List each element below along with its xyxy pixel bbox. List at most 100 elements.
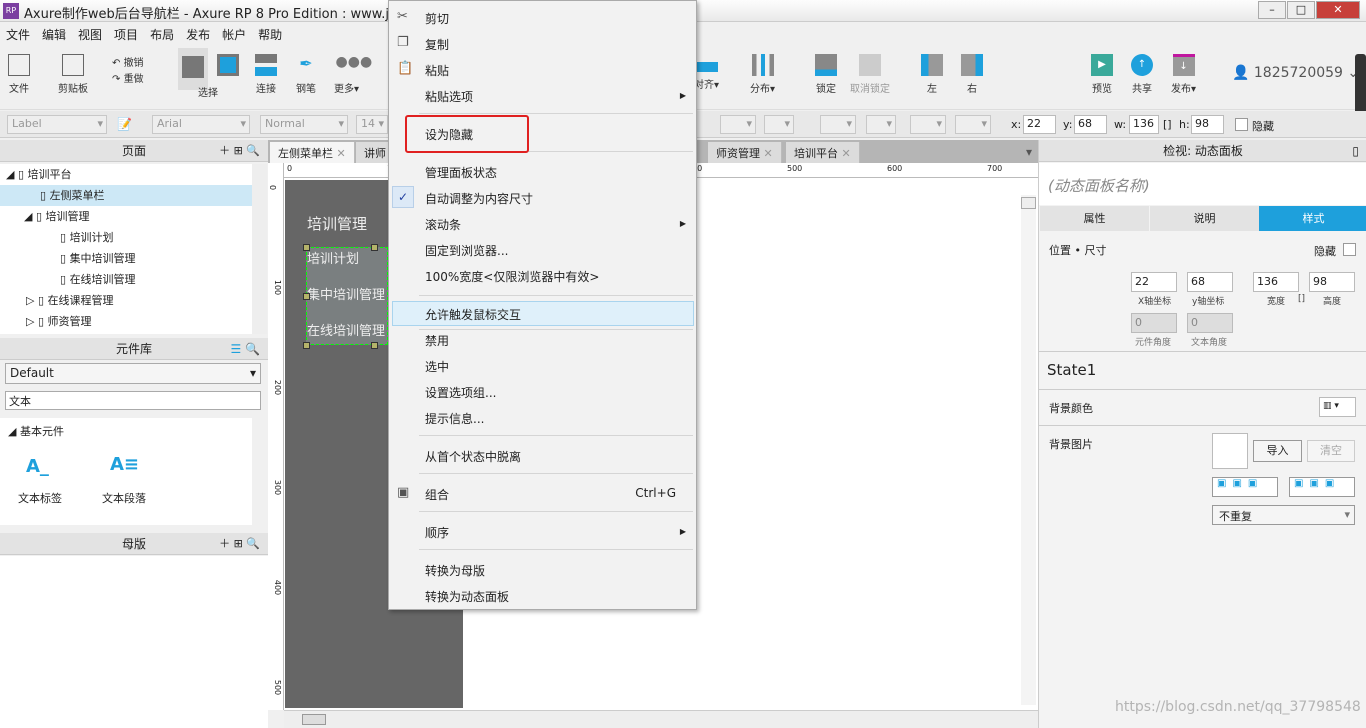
y-coordinate-input[interactable]: 68: [1187, 272, 1233, 292]
align-right-button[interactable]: 右: [961, 54, 983, 95]
lock-ratio-icon[interactable]: []: [1298, 294, 1305, 304]
context-menu-item[interactable]: 组合: [425, 486, 449, 503]
context-menu-item[interactable]: 设为隐藏: [425, 126, 473, 143]
tab-style[interactable]: 样式: [1259, 206, 1366, 231]
page-item[interactable]: ▷ ▯ 师资管理: [0, 311, 252, 332]
pages-scrollbar[interactable]: [252, 164, 267, 334]
format-painter-icon[interactable]: 📝: [117, 117, 132, 131]
hidden-checkbox[interactable]: [1235, 118, 1248, 131]
resize-handle[interactable]: [303, 244, 310, 251]
notes-icon[interactable]: ▯: [1352, 140, 1359, 162]
page-item[interactable]: ◢ ▯ 培训管理: [0, 206, 252, 227]
pen-button[interactable]: ✒ 钢笔: [295, 54, 317, 95]
context-menu-item[interactable]: 转换为母版: [425, 562, 485, 579]
page-item[interactable]: ◢ ▯ 培训平台: [0, 164, 252, 185]
context-menu-item[interactable]: 复制: [425, 36, 449, 53]
unlock-button[interactable]: 取消锁定: [850, 54, 890, 95]
pages-tools-icon[interactable]: ＋ ⊞ 🔍: [219, 140, 260, 162]
align-left-button[interactable]: 左: [921, 54, 943, 95]
dynamic-panel-selected[interactable]: 培训计划 集中培训管理 在线培训管理: [306, 247, 388, 345]
connect-button[interactable]: 连接: [255, 54, 277, 95]
arrow-style-select[interactable]: [955, 115, 991, 134]
context-menu-item[interactable]: 管理面板状态: [425, 164, 497, 181]
bg-color-picker[interactable]: ▥ ▾: [1319, 397, 1356, 417]
share-button[interactable]: ↑ 共享: [1131, 54, 1153, 95]
menu-layout[interactable]: 布局: [144, 22, 180, 47]
tab-platform[interactable]: 培训平台 ✕: [786, 142, 860, 163]
x-coordinate-input[interactable]: 22: [1131, 272, 1177, 292]
context-menu-item[interactable]: 提示信息...: [425, 410, 484, 427]
hidden-checkbox[interactable]: [1343, 243, 1356, 256]
w-input[interactable]: 136: [1129, 115, 1159, 134]
context-menu-item[interactable]: 粘贴选项: [425, 88, 473, 105]
resize-handle[interactable]: [371, 244, 378, 251]
context-menu-item[interactable]: 滚动条: [425, 216, 461, 233]
redo-button[interactable]: ↷ 重做: [112, 70, 144, 85]
maximize-button[interactable]: □: [1287, 1, 1315, 19]
user-account[interactable]: 👤 1825720059 ⌄: [1232, 65, 1359, 81]
horizontal-align-buttons[interactable]: ▣▣▣: [1212, 477, 1278, 497]
context-menu-item[interactable]: 100%宽度<仅限浏览器中有效>: [425, 268, 599, 285]
resize-handle[interactable]: [303, 293, 310, 300]
menu-file[interactable]: 文件: [0, 22, 36, 47]
distribute-button[interactable]: 分布▾: [750, 54, 775, 95]
repeat-select[interactable]: 不重复 ▾: [1212, 505, 1355, 525]
clear-button[interactable]: 清空: [1307, 440, 1355, 462]
panel-name-input[interactable]: (动态面板名称): [1039, 163, 1366, 205]
font-weight-select[interactable]: Normal: [260, 115, 348, 134]
library-group[interactable]: ◢ 基本元件: [8, 423, 64, 439]
fill-color-select[interactable]: [720, 115, 756, 134]
context-menu-item[interactable]: 转换为动态面板: [425, 588, 509, 605]
canvas-hscrollbar[interactable]: [284, 710, 1038, 728]
align-button[interactable]: 对齐▾: [694, 54, 719, 91]
library-select[interactable]: Default ▾: [5, 363, 261, 384]
page-item[interactable]: ▷ ▯ 在线课程管理: [0, 290, 252, 311]
undo-button[interactable]: ↶ 撤销: [112, 54, 144, 69]
context-menu-item[interactable]: 选中: [425, 358, 449, 375]
close-button[interactable]: ✕: [1316, 1, 1360, 19]
line-style-select[interactable]: [910, 115, 946, 134]
context-menu-item[interactable]: 剪切: [425, 10, 449, 27]
masters-tools-icon[interactable]: ＋ ⊞ 🔍: [219, 533, 260, 555]
canvas-vscrollbar[interactable]: [1021, 195, 1036, 705]
search-icon[interactable]: ☰ 🔍: [230, 338, 260, 360]
y-input[interactable]: 68: [1074, 115, 1107, 134]
context-menu-item[interactable]: 设置选项组...: [425, 384, 496, 401]
import-button[interactable]: 导入: [1253, 440, 1302, 462]
context-menu-item[interactable]: 禁用: [425, 332, 449, 349]
file-button[interactable]: 文件: [8, 54, 30, 95]
menu-publish[interactable]: 发布: [180, 22, 216, 47]
tab-properties[interactable]: 属性: [1040, 206, 1149, 231]
font-select[interactable]: Arial: [152, 115, 250, 134]
text-rotation-input[interactable]: 0: [1187, 313, 1233, 333]
select-contained-button[interactable]: [217, 54, 239, 80]
line-color-select[interactable]: [820, 115, 856, 134]
preview-button[interactable]: ▶ 预览: [1091, 54, 1113, 95]
tabs-dropdown-icon[interactable]: ▾: [1026, 145, 1032, 159]
state-name[interactable]: State1: [1047, 361, 1096, 379]
page-item[interactable]: ▯ 集中培训管理: [0, 248, 252, 269]
resize-handle[interactable]: [371, 342, 378, 349]
page-item[interactable]: ▯ 培训计划: [0, 227, 252, 248]
resize-handle[interactable]: [303, 342, 310, 349]
x-input[interactable]: 22: [1023, 115, 1056, 134]
library-search-input[interactable]: 文本: [5, 391, 261, 410]
page-item-selected[interactable]: ▯ 左侧菜单栏: [0, 185, 252, 206]
context-menu-item[interactable]: 允许触发鼠标交互: [425, 306, 521, 323]
menu-project[interactable]: 项目: [108, 22, 144, 47]
bg-image-preview[interactable]: [1212, 433, 1248, 469]
menu-view[interactable]: 视图: [72, 22, 108, 47]
tab-notes[interactable]: 说明: [1150, 206, 1259, 231]
lock-ratio-icon[interactable]: []: [1163, 118, 1172, 131]
widget-text-paragraph[interactable]: 文本段落: [102, 490, 146, 506]
height-input[interactable]: 98: [1309, 272, 1355, 292]
width-input[interactable]: 136: [1253, 272, 1299, 292]
vertical-align-buttons[interactable]: ▣▣▣: [1289, 477, 1355, 497]
context-menu-item[interactable]: 自动调整为内容尺寸: [425, 190, 533, 207]
publish-button[interactable]: ↓ 发布▾: [1171, 54, 1196, 95]
minimize-button[interactable]: –: [1258, 1, 1286, 19]
page-item[interactable]: ▯ 在线培训管理: [0, 269, 252, 290]
context-menu-item[interactable]: 固定到浏览器...: [425, 242, 508, 259]
rotation-input[interactable]: 0: [1131, 313, 1177, 333]
menu-edit[interactable]: 编辑: [36, 22, 72, 47]
